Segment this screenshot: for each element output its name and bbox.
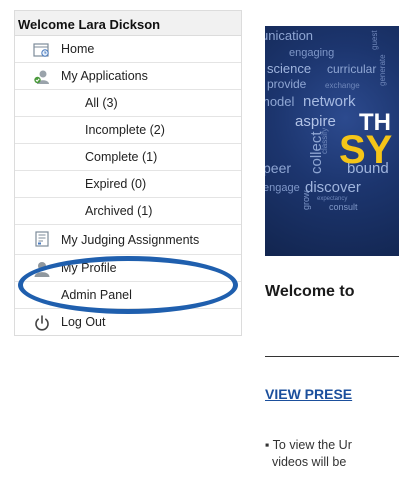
sidebar-header: Welcome Lara Dickson xyxy=(14,10,242,36)
sidebar-item-admin-panel-label: Admin Panel xyxy=(61,288,132,302)
power-icon xyxy=(33,314,51,332)
sidebar-item-my-profile[interactable]: My Profile xyxy=(15,255,241,282)
banner-word: curricular xyxy=(327,62,376,76)
sidebar-item-log-out-label: Log Out xyxy=(61,315,106,329)
horizontal-divider xyxy=(265,356,399,357)
sidebar-item-all[interactable]: All (3) xyxy=(15,90,241,117)
sidebar-item-archived[interactable]: Archived (1) xyxy=(15,198,241,225)
info-bullet-line1: ▪ To view the Ur xyxy=(265,438,352,452)
banner-word: guest xyxy=(370,30,379,50)
sidebar-item-incomplete-label: Incomplete (2) xyxy=(85,123,165,137)
banner-word: science xyxy=(267,61,311,76)
banner-title-line2: SY xyxy=(339,128,393,172)
banner-word: engaging xyxy=(289,47,334,59)
sidebar-item-my-profile-label: My Profile xyxy=(61,261,117,275)
info-bullet: ▪ To view the Ur videos will be xyxy=(265,437,352,471)
judging-icon xyxy=(33,230,51,248)
banner-word: exchange xyxy=(325,81,360,90)
sidebar-item-my-judging-assignments-label: My Judging Assignments xyxy=(61,232,200,247)
sidebar: Welcome Lara Dickson Home My Application… xyxy=(14,10,242,336)
banner-word: discover xyxy=(305,179,361,196)
sidebar-menu: Home My Applications All (3) Incomplete … xyxy=(14,36,242,336)
profile-icon xyxy=(33,260,51,278)
sidebar-item-admin-panel[interactable]: Admin Panel xyxy=(15,282,241,309)
banner-word: classify xyxy=(320,128,329,154)
sidebar-item-my-applications[interactable]: My Applications xyxy=(15,63,241,90)
sidebar-item-home-label: Home xyxy=(61,42,95,56)
sidebar-item-archived-label: Archived (1) xyxy=(85,204,153,218)
banner-word: peer xyxy=(265,160,291,176)
sidebar-item-incomplete[interactable]: Incomplete (2) xyxy=(15,117,241,144)
sidebar-item-complete[interactable]: Complete (1) xyxy=(15,144,241,171)
sidebar-item-complete-label: Complete (1) xyxy=(85,150,158,164)
sidebar-item-my-judging-assignments[interactable]: My Judging Assignments xyxy=(15,225,241,255)
banner-word: provide xyxy=(267,77,307,91)
banner-image: unication engaging science curricular pr… xyxy=(265,26,399,256)
banner-word: model xyxy=(265,94,295,109)
home-icon xyxy=(33,41,51,59)
sidebar-item-log-out[interactable]: Log Out xyxy=(15,309,241,336)
view-presentations-link[interactable]: VIEW PRESE xyxy=(265,386,352,402)
sidebar-item-home[interactable]: Home xyxy=(15,36,241,63)
sidebar-item-expired-label: Expired (0) xyxy=(85,177,147,191)
banner-word: engage xyxy=(265,182,300,194)
banner-word: aspire xyxy=(295,113,336,130)
banner-word: grow xyxy=(301,190,311,210)
sidebar-item-my-applications-label: My Applications xyxy=(61,69,148,83)
banner-word: generate xyxy=(378,54,387,86)
banner-word: network xyxy=(303,93,356,110)
banner-word: unication xyxy=(265,28,313,43)
welcome-heading: Welcome to xyxy=(265,283,355,300)
sidebar-item-all-label: All (3) xyxy=(85,96,118,110)
info-bullet-line2: videos will be xyxy=(265,455,347,469)
sidebar-item-expired[interactable]: Expired (0) xyxy=(15,171,241,198)
applications-icon xyxy=(33,68,51,86)
banner-word: consult xyxy=(329,202,358,212)
